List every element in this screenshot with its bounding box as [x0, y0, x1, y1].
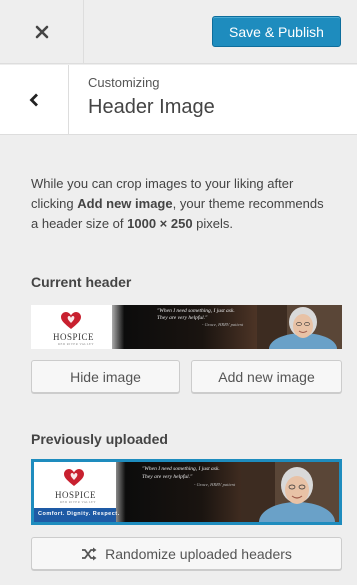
close-button[interactable]: [0, 0, 84, 64]
randomize-label: Randomize uploaded headers: [105, 545, 292, 562]
patient-photo: [257, 305, 342, 349]
randomize-headers-button[interactable]: Randomize uploaded headers: [31, 537, 342, 570]
add-new-image-button[interactable]: Add new image: [191, 360, 342, 393]
quote-line-1: "When I need something, I just ask.: [142, 466, 220, 472]
previously-uploaded-label: Previously uploaded: [31, 431, 168, 447]
description-bold-add-new: Add new image: [77, 196, 173, 211]
section-header: Customizing Header Image: [0, 65, 357, 135]
quote-line-1: "When I need something, I just ask.: [157, 308, 235, 314]
logo-subtext: RED RIVER VALLEY: [58, 342, 95, 346]
breadcrumb: Customizing: [88, 75, 160, 90]
hide-image-button[interactable]: Hide image: [31, 360, 180, 393]
page-title: Header Image: [88, 96, 215, 118]
hospice-logo: HOSPICE RED RIVER VALLEY: [31, 305, 112, 349]
current-header-label: Current header: [31, 274, 132, 290]
save-publish-button[interactable]: Save & Publish: [212, 16, 341, 47]
quote-attribution: - Grace, HRRV patient: [202, 322, 244, 327]
chevron-left-icon: [29, 93, 38, 106]
uploaded-header-image: HOSPICE RED RIVER VALLEY Comfort. Dignit…: [34, 462, 339, 522]
description-text-3: pixels.: [192, 216, 234, 231]
close-icon: [35, 25, 48, 39]
quote-line-2: They are very helpful.": [142, 474, 193, 480]
tagline-text: Comfort. Dignity. Respect.: [38, 511, 120, 517]
uploaded-header-thumbnail[interactable]: HOSPICE RED RIVER VALLEY Comfort. Dignit…: [31, 459, 342, 525]
header-size-description: While you can crop images to your liking…: [31, 174, 331, 234]
customizer-top-bar: Save & Publish: [0, 0, 357, 64]
shuffle-icon: [82, 547, 97, 560]
heart-logo-icon: [61, 312, 81, 329]
back-button[interactable]: [0, 65, 69, 134]
current-header-image: HOSPICE RED RIVER VALLEY "When I need so…: [31, 305, 342, 349]
heart-logo-icon: [64, 469, 84, 486]
patient-photo: [241, 462, 339, 522]
quote-attribution: - Grace, HRRV patient: [194, 482, 236, 487]
logo-text: HOSPICE: [55, 490, 97, 500]
logo-subtext: RED RIVER VALLEY: [60, 500, 97, 504]
description-bold-size: 1000 × 250: [127, 216, 193, 231]
logo-text: HOSPICE: [53, 332, 95, 342]
quote-line-2: They are very helpful.": [157, 315, 208, 321]
section-title-block: Customizing Header Image: [88, 75, 215, 119]
